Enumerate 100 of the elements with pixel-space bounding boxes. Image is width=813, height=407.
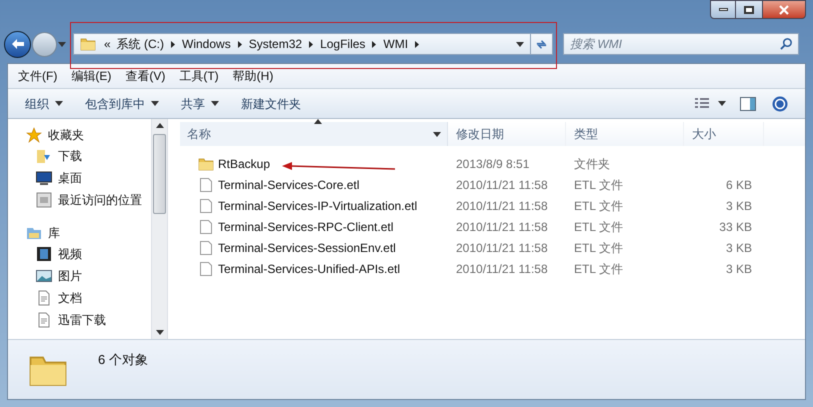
film-icon — [36, 246, 52, 262]
nav-item-label: 最近访问的位置 — [58, 192, 142, 209]
file-row[interactable]: RtBackup 2013/8/9 8:51 文件夹 — [180, 153, 805, 174]
menu-item[interactable]: 文件(F) — [18, 67, 58, 85]
menu-item[interactable]: 查看(V) — [125, 67, 166, 85]
caret-icon — [433, 132, 441, 136]
help-icon — [772, 96, 788, 112]
toolbar-button[interactable]: 共享 — [181, 94, 219, 112]
toolbar-button[interactable]: 新建文件夹 — [241, 94, 301, 112]
nav-item-label: 桌面 — [58, 170, 82, 187]
file-name: RtBackup — [218, 156, 270, 172]
breadcrumb[interactable]: WMI — [383, 35, 408, 53]
search-field[interactable]: 搜索 WMI — [563, 33, 799, 55]
view-options-button[interactable] — [694, 96, 726, 110]
nav-item[interactable]: 迅雷下载 — [26, 309, 151, 331]
nav-item[interactable]: 文档 — [26, 287, 151, 309]
nav-group-label: 库 — [48, 224, 60, 242]
file-name: Terminal-Services-SessionEnv.etl — [218, 240, 396, 256]
caret-icon — [156, 330, 164, 335]
chevron-icon — [171, 40, 176, 48]
back-arrow-icon — [10, 38, 24, 50]
breadcrumb[interactable]: Windows — [182, 35, 231, 53]
modified-date: 2010/11/21 11:58 — [455, 176, 549, 194]
column-header[interactable]: 名称 — [180, 122, 448, 146]
breadcrumb[interactable]: 系统 (C:) — [116, 35, 164, 53]
close-button[interactable] — [762, 0, 806, 19]
toolbar-button[interactable]: 包含到库中 — [85, 94, 159, 112]
caret-icon — [156, 123, 164, 128]
nav-group[interactable]: 库 — [26, 222, 151, 243]
maximize-button[interactable] — [736, 0, 762, 19]
monitor-icon — [36, 170, 52, 186]
file-size: 3 KB — [724, 198, 753, 214]
caret-icon — [58, 42, 66, 46]
nav-item[interactable]: 图片 — [26, 265, 151, 287]
history-dropdown-button[interactable] — [57, 39, 67, 49]
details-view-icon — [694, 96, 710, 110]
nav-group[interactable]: 收藏夹 — [26, 124, 151, 145]
nav-group-label: 收藏夹 — [48, 126, 84, 144]
caret-icon — [211, 101, 219, 106]
file-icon — [198, 260, 214, 276]
file-size: 33 KB — [718, 218, 753, 236]
file-row[interactable]: Terminal-Services-SessionEnv.etl 2010/11/21 11:58 ETL 文件 3 KB — [180, 237, 805, 258]
column-header[interactable]: 类型 — [566, 122, 684, 146]
folder-icon — [80, 36, 96, 52]
menu-item[interactable]: 编辑(E) — [71, 67, 112, 85]
menu-item[interactable]: 工具(T) — [179, 67, 219, 85]
breadcrumb[interactable]: System32 — [248, 35, 302, 53]
modified-date: 2010/11/21 11:58 — [455, 218, 549, 236]
chevron-icon — [415, 40, 420, 48]
column-header[interactable]: 大小 — [684, 122, 764, 146]
modified-date: 2013/8/9 8:51 — [455, 156, 530, 172]
column-header[interactable]: 修改日期 — [448, 122, 566, 146]
nav-item[interactable]: 最近访问的位置 — [26, 189, 151, 211]
recent-places-icon — [36, 192, 52, 208]
caret-icon — [718, 101, 726, 106]
file-type: ETL 文件 — [573, 260, 624, 278]
modified-date: 2010/11/21 11:58 — [455, 240, 549, 256]
document-icon — [36, 290, 52, 306]
scrollbar-thumb[interactable] — [153, 134, 166, 214]
file-icon — [198, 240, 214, 256]
minimize-button[interactable] — [710, 0, 736, 19]
preview-pane-button[interactable] — [740, 96, 756, 110]
nav-item-label: 下载 — [58, 148, 82, 165]
chevron-icon — [309, 40, 314, 48]
file-type: ETL 文件 — [573, 218, 624, 236]
nav-item[interactable]: 视频 — [26, 243, 151, 265]
star-icon — [26, 126, 42, 142]
nav-item[interactable]: 桌面 — [26, 167, 151, 189]
breadcrumb[interactable]: LogFiles — [320, 35, 366, 53]
menu-item[interactable]: 帮助(H) — [232, 67, 274, 85]
preview-pane-icon — [740, 96, 756, 110]
caret-icon — [55, 101, 63, 106]
nav-item-label: 视频 — [58, 246, 82, 263]
nav-item-label: 图片 — [58, 268, 82, 285]
document-icon — [36, 312, 52, 328]
folder-icon — [198, 156, 214, 172]
close-icon — [779, 4, 789, 14]
nav-item-label: 文档 — [58, 290, 82, 307]
file-icon — [198, 176, 214, 192]
file-row[interactable]: Terminal-Services-RPC-Client.etl 2010/11/21 11:58 ETL 文件 33 KB — [180, 216, 805, 237]
search-icon — [780, 37, 793, 50]
toolbar-button[interactable]: 组织 — [25, 94, 63, 112]
chevron-icon — [238, 40, 242, 48]
address-bar[interactable]: « 系统 (C:) Windows System32 LogFiles WMI — [73, 33, 553, 55]
help-button[interactable] — [772, 96, 788, 112]
refresh-icon — [535, 38, 548, 50]
item-count: 6 个对象 — [98, 351, 148, 369]
overflow-chevron[interactable]: « — [104, 35, 111, 53]
file-row[interactable]: Terminal-Services-IP-Virtualization.etl 2010/11/21 11:58 ETL 文件 3 KB — [180, 195, 805, 216]
scrollbar[interactable] — [151, 119, 168, 339]
file-icon — [198, 218, 214, 234]
chevron-icon — [372, 40, 376, 48]
caret-icon — [516, 42, 524, 46]
file-type: 文件夹 — [573, 156, 611, 172]
file-row[interactable]: Terminal-Services-Unified-APIs.etl 2010/11/21 11:58 ETL 文件 3 KB — [180, 258, 805, 279]
download-folder-icon — [36, 148, 52, 164]
back-button[interactable] — [4, 30, 31, 58]
nav-item[interactable]: 下载 — [26, 145, 151, 167]
file-row[interactable]: Terminal-Services-Core.etl 2010/11/21 11:58 ETL 文件 6 KB — [180, 174, 805, 195]
picture-icon — [36, 268, 52, 284]
